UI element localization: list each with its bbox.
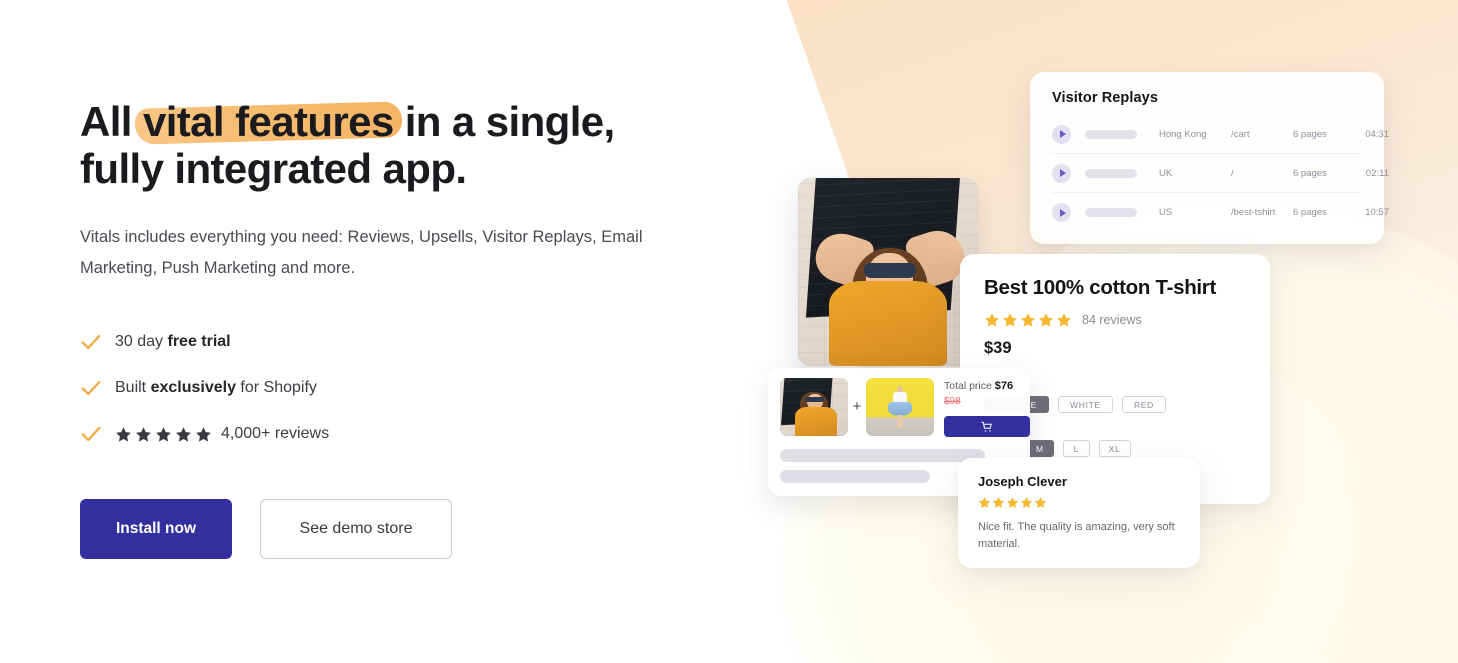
skeleton-placeholder	[1085, 208, 1137, 217]
replay-country: UK	[1159, 167, 1173, 179]
review-count: 84 reviews	[1082, 313, 1142, 327]
feature-label: Built exclusively for Shopify	[115, 379, 317, 397]
skeleton-placeholder	[1085, 129, 1137, 139]
star-icon	[1003, 313, 1017, 327]
star-icon	[176, 426, 191, 442]
star-icon	[156, 426, 171, 442]
subheadline: Vitals includes everything you need: Rev…	[80, 228, 643, 277]
play-icon[interactable]	[1052, 124, 1071, 144]
headline-highlight-wrap: vital features	[134, 98, 403, 145]
star-icon	[1034, 496, 1047, 508]
see-demo-store-button[interactable]: See demo store	[260, 499, 452, 560]
feature-list: 30 day free trial Built exclusively for …	[80, 319, 740, 457]
product-hero-image	[798, 178, 978, 366]
feature-text-bold: exclusively	[150, 379, 236, 397]
check-icon	[81, 381, 101, 396]
star-icon	[196, 426, 211, 442]
review-body-text: Nice fit. The quality is amazing, very s…	[978, 521, 1175, 550]
upsell-pricing: Total price $76 $98	[944, 378, 1030, 437]
star-icon	[116, 426, 131, 442]
skeleton-placeholder	[780, 470, 930, 483]
review-rating-stars	[978, 496, 1180, 509]
bundle-total-price: Total price $76	[944, 380, 1030, 392]
star-icon	[1021, 313, 1035, 327]
size-swatch-l[interactable]: L	[1062, 440, 1090, 457]
replay-path: /best-tshirt	[1231, 207, 1276, 218]
install-now-button[interactable]: Install now	[80, 499, 232, 560]
check-icon	[81, 427, 101, 442]
product-mockup-composition: Visitor Replays Hong Kong /cart 6 pages …	[740, 0, 1458, 663]
replay-country: US	[1159, 207, 1173, 218]
star-icon	[1039, 313, 1053, 327]
replay-row[interactable]: Hong Kong /cart 6 pages 04:31	[1052, 115, 1389, 154]
star-icon	[985, 313, 999, 327]
feature-item-shopify: Built exclusively for Shopify	[80, 365, 740, 411]
replay-duration: 02:11	[1365, 167, 1389, 179]
color-swatch-white[interactable]: WHITE	[1058, 396, 1113, 413]
headline-prefix: All	[80, 98, 143, 145]
bundle-thumbnail-primary[interactable]	[780, 378, 848, 436]
hero-page: All vital features in a single, fully in…	[0, 0, 1458, 663]
product-rating: 84 reviews	[984, 312, 1246, 328]
star-icon	[1006, 496, 1019, 508]
cta-button-group: Install now See demo store	[80, 499, 740, 560]
replay-path: /cart	[1231, 128, 1250, 140]
replay-country: Hong Kong	[1159, 128, 1207, 140]
feature-label: 4,000+ reviews	[221, 425, 330, 443]
visitor-replays-title: Visitor Replays	[1052, 90, 1159, 106]
feature-label: 30 day free trial	[115, 333, 231, 351]
size-swatch-xl[interactable]: XL	[1098, 440, 1131, 457]
star-icon	[136, 426, 151, 442]
upsell-products: + Total price $76 $98	[780, 378, 1030, 437]
replay-pages: 6 pages	[1293, 207, 1327, 218]
replay-duration: 04:31	[1365, 128, 1389, 140]
feature-item-reviews: 4,000+ reviews	[80, 411, 740, 457]
replay-duration: 10:57	[1365, 207, 1389, 218]
headline-highlight-text: vital features	[142, 98, 394, 145]
replay-pages: 6 pages	[1293, 128, 1327, 140]
skeleton-placeholder	[780, 449, 985, 462]
star-icon	[992, 496, 1005, 508]
rating-stars-dark	[115, 426, 212, 443]
check-icon	[81, 335, 101, 350]
rating-stars-gold	[984, 312, 1072, 328]
plus-icon: +	[852, 398, 862, 415]
customer-review-card: Joseph Clever Nice fit. The quality is a…	[958, 458, 1200, 568]
feature-text-plain: Built	[115, 379, 151, 397]
star-icon	[978, 496, 991, 508]
star-icon	[1057, 313, 1071, 327]
page-title: All vital features in a single, fully in…	[80, 98, 680, 192]
add-to-cart-button[interactable]	[944, 416, 1030, 437]
bundle-total-amount: $76	[994, 380, 1014, 392]
feature-text-bold: free trial	[167, 333, 231, 351]
feature-text-tail: for Shopify	[235, 379, 317, 397]
feature-text-plain: 30 day	[115, 333, 168, 351]
play-icon[interactable]	[1052, 203, 1071, 222]
replay-row[interactable]: US /best-tshirt 6 pages 10:57	[1052, 193, 1389, 232]
play-icon[interactable]	[1052, 163, 1071, 183]
bundle-total-label: Total price	[944, 380, 995, 392]
visitor-replays-panel: Visitor Replays Hong Kong /cart 6 pages …	[1030, 72, 1389, 244]
reviewer-name: Joseph Clever	[978, 474, 1067, 489]
replay-pages: 6 pages	[1293, 167, 1327, 179]
size-swatch-m[interactable]: M	[1026, 440, 1054, 457]
star-icon	[1020, 496, 1033, 508]
size-swatch-row: M L XL	[1026, 440, 1246, 457]
shopping-cart-icon	[981, 421, 992, 432]
bundle-old-price: $98	[944, 396, 961, 407]
bundle-thumbnail-secondary[interactable]	[866, 378, 934, 436]
color-swatch-red[interactable]: RED	[1121, 396, 1166, 413]
replay-row[interactable]: UK / 6 pages 02:11	[1052, 154, 1389, 193]
product-price: $39	[984, 339, 1012, 357]
replay-path: /	[1231, 167, 1234, 179]
hero-copy-column: All vital features in a single, fully in…	[0, 0, 740, 663]
feature-item-free-trial: 30 day free trial	[80, 319, 740, 365]
product-title: Best 100% cotton T-shirt	[984, 276, 1217, 299]
skeleton-placeholder	[1085, 168, 1137, 178]
